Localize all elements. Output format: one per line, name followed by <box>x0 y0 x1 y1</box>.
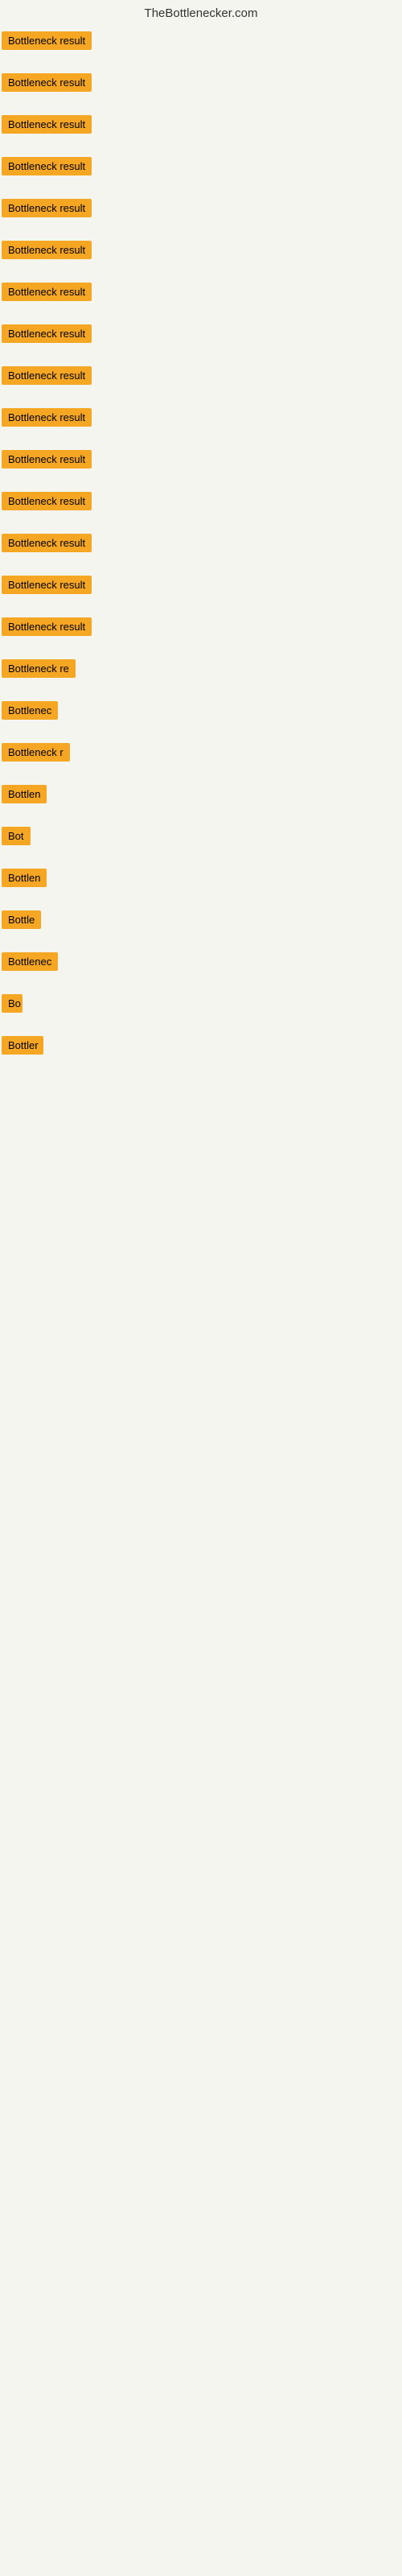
bottleneck-badge[interactable]: Bottleneck result <box>2 534 92 552</box>
list-item[interactable]: Bottlenec <box>2 946 402 988</box>
list-item[interactable]: Bottleneck result <box>2 276 402 318</box>
bottleneck-badge[interactable]: Bottlen <box>2 869 47 887</box>
bottleneck-badge[interactable]: Bottlen <box>2 785 47 803</box>
list-item[interactable]: Bot <box>2 820 402 862</box>
list-item[interactable]: Bottleneck re <box>2 653 402 695</box>
bottleneck-badge[interactable]: Bottleneck result <box>2 408 92 427</box>
list-item[interactable]: Bottle <box>2 904 402 946</box>
site-title: TheBottlenecker.com <box>145 6 258 20</box>
bottleneck-badge[interactable]: Bottleneck result <box>2 617 92 636</box>
list-item[interactable]: Bottleneck r <box>2 737 402 778</box>
list-item[interactable]: Bottleneck result <box>2 527 402 569</box>
list-item[interactable]: Bottleneck result <box>2 234 402 276</box>
bottleneck-badge[interactable]: Bottleneck result <box>2 283 92 301</box>
bottleneck-list: Bottleneck result Bottleneck result Bottle… <box>0 23 402 1071</box>
bottleneck-badge[interactable]: Bottleneck result <box>2 366 92 385</box>
list-item[interactable]: Bottleneck result <box>2 611 402 653</box>
site-header: TheBottlenecker.com <box>0 0 402 23</box>
bottleneck-badge[interactable]: Bottlenec <box>2 701 58 720</box>
list-item[interactable]: Bottleneck result <box>2 67 402 109</box>
bottleneck-badge[interactable]: Bottleneck re <box>2 659 76 678</box>
list-item[interactable]: Bottleneck result <box>2 444 402 485</box>
bottleneck-badge[interactable]: Bottler <box>2 1036 43 1055</box>
list-item[interactable]: Bottleneck result <box>2 360 402 402</box>
bottleneck-badge[interactable]: Bo <box>2 994 23 1013</box>
bottleneck-badge[interactable]: Bottleneck result <box>2 115 92 134</box>
bottleneck-badge[interactable]: Bottleneck result <box>2 324 92 343</box>
list-item[interactable]: Bottleneck result <box>2 402 402 444</box>
bottleneck-badge[interactable]: Bottleneck result <box>2 157 92 175</box>
list-item[interactable]: Bottler <box>2 1030 402 1071</box>
bottleneck-badge[interactable]: Bottleneck result <box>2 73 92 92</box>
list-item[interactable]: Bottlenec <box>2 695 402 737</box>
list-item[interactable]: Bottleneck result <box>2 151 402 192</box>
list-item[interactable]: Bottleneck result <box>2 192 402 234</box>
bottleneck-badge[interactable]: Bottleneck result <box>2 492 92 510</box>
bottleneck-badge[interactable]: Bottlenec <box>2 952 58 971</box>
list-item[interactable]: Bottleneck result <box>2 109 402 151</box>
list-item[interactable]: Bottleneck result <box>2 25 402 67</box>
list-item[interactable]: Bottlen <box>2 778 402 820</box>
bottleneck-badge[interactable]: Bot <box>2 827 31 845</box>
bottleneck-badge[interactable]: Bottleneck result <box>2 31 92 50</box>
list-item[interactable]: Bottleneck result <box>2 318 402 360</box>
list-item[interactable]: Bo <box>2 988 402 1030</box>
bottleneck-badge[interactable]: Bottleneck result <box>2 241 92 259</box>
list-item[interactable]: Bottlen <box>2 862 402 904</box>
bottleneck-badge[interactable]: Bottle <box>2 910 41 929</box>
bottleneck-badge[interactable]: Bottleneck r <box>2 743 70 762</box>
bottleneck-badge[interactable]: Bottleneck result <box>2 199 92 217</box>
bottleneck-badge[interactable]: Bottleneck result <box>2 576 92 594</box>
list-item[interactable]: Bottleneck result <box>2 485 402 527</box>
bottleneck-badge[interactable]: Bottleneck result <box>2 450 92 469</box>
list-item[interactable]: Bottleneck result <box>2 569 402 611</box>
